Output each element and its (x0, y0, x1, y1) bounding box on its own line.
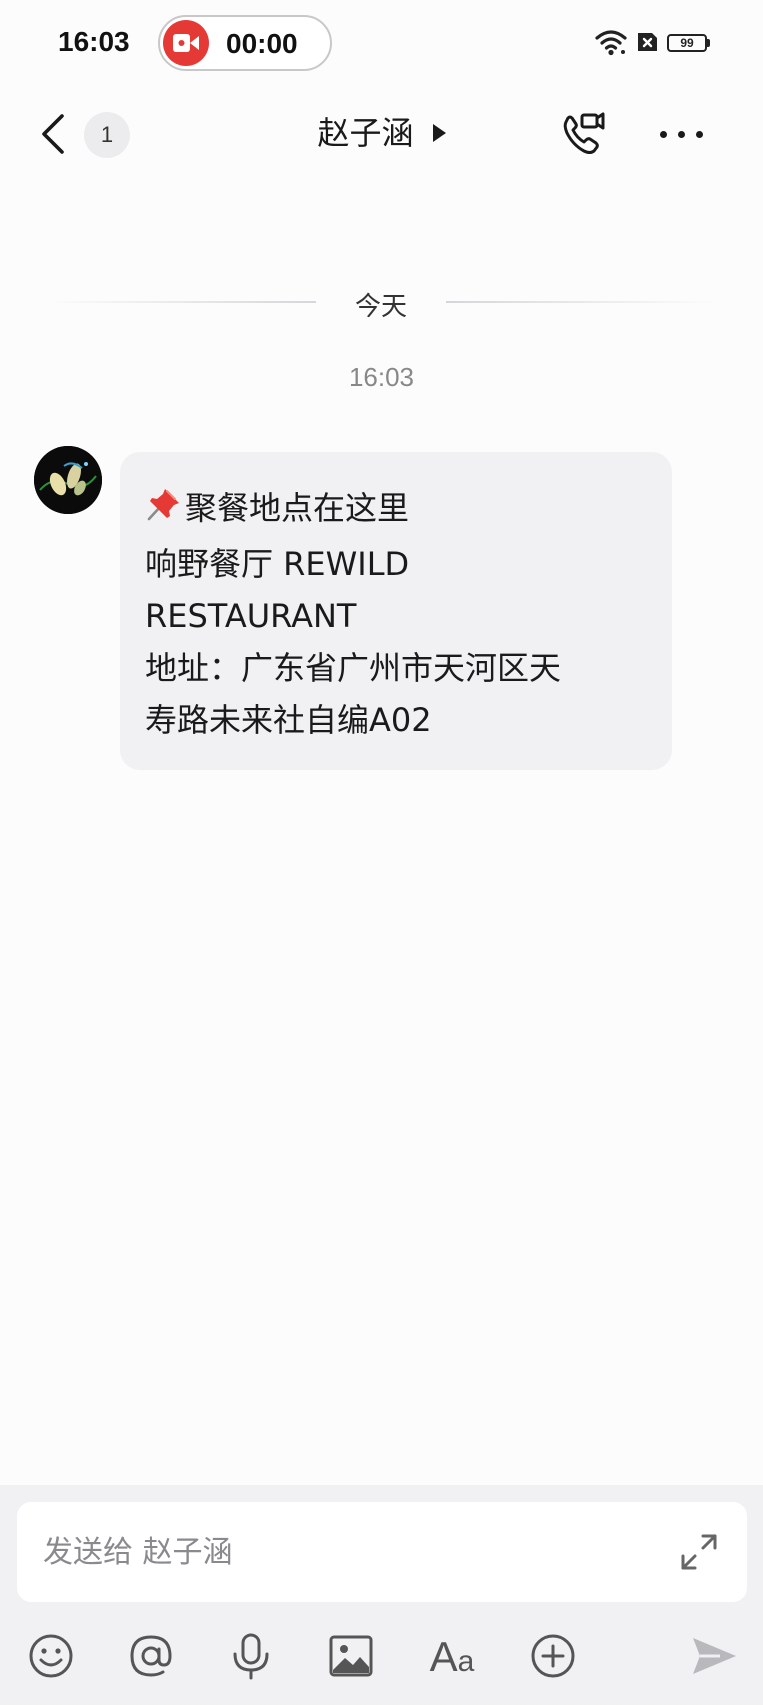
plus-icon (531, 1634, 575, 1678)
composer-toolbar: Aa (0, 1618, 763, 1698)
mention-icon (130, 1635, 172, 1677)
format-label-big: A (429, 1633, 458, 1680)
sim-off-icon (635, 31, 659, 57)
chat-header: 1 赵子涵 (0, 88, 763, 180)
emoji-icon (29, 1634, 73, 1678)
screen-recording-pill[interactable]: 00:00 (158, 15, 332, 71)
battery-cap (707, 39, 710, 47)
battery-icon: 99 (667, 28, 713, 58)
more-actions-button[interactable] (525, 1628, 581, 1684)
message-input-box[interactable] (17, 1502, 747, 1602)
phone-video-call-icon (563, 112, 605, 154)
image-icon (329, 1635, 373, 1677)
more-options-button[interactable] (654, 108, 710, 160)
voice-button[interactable] (223, 1628, 279, 1684)
format-label-small: a (457, 1645, 475, 1678)
composer: Aa (0, 1485, 763, 1705)
status-time: 16:03 (58, 26, 130, 57)
title-arrow-icon (432, 124, 446, 142)
image-button[interactable] (323, 1628, 379, 1684)
message-line: 聚餐地点在这里 (145, 482, 648, 538)
message-line-5: 寿路未来社自编A02 (145, 701, 432, 739)
wifi-icon (595, 28, 627, 60)
chat-screen: 16:03 00:00 99 1 赵子涵 今天 16:03 聚餐地点在这里 响野… (0, 0, 763, 1705)
message-line-4: 地址：广东省广州市天河区天 (145, 649, 562, 687)
chat-title: 赵子涵 (317, 114, 414, 152)
avatar[interactable] (34, 446, 102, 514)
send-button[interactable] (686, 1628, 742, 1684)
recording-time: 00:00 (226, 28, 298, 59)
microphone-icon (233, 1633, 269, 1680)
message-line-2: 响野餐厅 REWILD (145, 545, 410, 583)
message-line-3: RESTAURANT (145, 597, 357, 635)
message-timestamp: 16:03 (348, 362, 415, 392)
message-line-1: 聚餐地点在这里 (185, 489, 410, 527)
divider-line-right (446, 301, 716, 303)
send-icon (693, 1638, 736, 1674)
message-bubble[interactable]: 聚餐地点在这里 响野餐厅 REWILD RESTAURANT 地址：广东省广州市… (120, 452, 672, 770)
call-button[interactable] (556, 108, 608, 160)
record-icon (163, 20, 209, 66)
battery-level: 99 (667, 34, 707, 52)
pushpin-icon (145, 485, 183, 538)
status-bar: 16:03 00:00 99 (0, 0, 763, 88)
mention-button[interactable] (123, 1628, 179, 1684)
expand-input-button[interactable] (677, 1530, 721, 1574)
date-divider-label: 今天 (354, 292, 407, 322)
expand-icon (681, 1534, 717, 1570)
message-input[interactable] (43, 1526, 643, 1578)
emoji-button[interactable] (23, 1628, 79, 1684)
date-divider: 今天 (46, 282, 716, 322)
text-format-icon: Aa (424, 1634, 480, 1685)
chat-title-button[interactable]: 赵子涵 (0, 110, 763, 156)
status-icons: 99 (595, 28, 715, 58)
text-format-button[interactable]: Aa (424, 1628, 480, 1684)
